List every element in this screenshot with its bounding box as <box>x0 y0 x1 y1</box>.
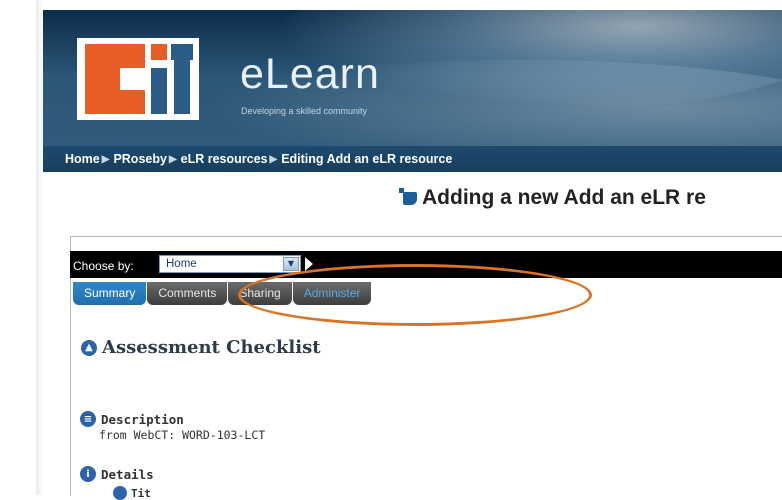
tab-summary[interactable]: Summary <box>73 282 147 305</box>
breadcrumb-user[interactable]: PRoseby <box>113 152 167 166</box>
tab-administer[interactable]: Administer <box>292 282 372 305</box>
details-label: Details <box>101 466 154 482</box>
description-heading: ≡ Description <box>80 411 184 427</box>
site-tagline: Developing a skilled community <box>241 106 368 116</box>
tab-sharing[interactable]: Sharing <box>228 282 292 305</box>
round-up-icon: ▲ <box>81 339 97 356</box>
info-icon: i <box>80 466 96 482</box>
resource-icon <box>399 188 417 205</box>
choose-bar: Choose by: Home ▼ <box>70 251 782 278</box>
details-heading: i Details <box>80 466 154 482</box>
choose-by-select[interactable]: Home ▼ <box>159 255 301 273</box>
info-icon <box>113 486 127 500</box>
breadcrumb-resources[interactable]: eLR resources <box>181 152 268 166</box>
chevron-down-icon[interactable]: ▼ <box>283 257 299 271</box>
page-title-text: Adding a new Add an eLR re <box>422 186 706 209</box>
logo-t-stem <box>174 60 190 114</box>
breadcrumb-separator-icon: ▶ <box>168 153 177 165</box>
choose-by-label: Choose by: <box>73 259 134 273</box>
list-icon: ≡ <box>80 411 96 427</box>
site-title[interactable]: eLearn <box>240 50 380 99</box>
site-banner: eLearn Developing a skilled community <box>43 10 782 146</box>
breadcrumb-home[interactable]: Home <box>65 152 100 166</box>
breadcrumb-separator-icon: ▶ <box>269 153 278 165</box>
resource-title: ▲ Assessment Checklist <box>81 337 321 358</box>
breadcrumb: Home ▶ PRoseby ▶ eLR resources ▶ Editing… <box>43 146 782 172</box>
description-label: Description <box>101 411 184 427</box>
tab-comments[interactable]: Comments <box>147 282 228 305</box>
tab-bar: Summary Comments Sharing Administer <box>73 282 372 305</box>
breadcrumb-separator-icon: ▶ <box>101 153 110 165</box>
logo-t-bar <box>171 44 193 60</box>
choose-by-value: Home <box>166 258 197 270</box>
cit-logo[interactable] <box>77 38 199 120</box>
resource-title-text: Assessment Checklist <box>102 337 321 358</box>
description-value: from WebCT: WORD-103-LCT <box>99 428 266 442</box>
page-title: Adding a new Add an eLR re <box>399 186 706 210</box>
breadcrumb-current: Editing Add an eLR resource <box>281 152 453 166</box>
logo-i-dot <box>151 44 167 60</box>
logo-i-stem <box>151 68 167 114</box>
details-field-label: Tit <box>131 487 151 500</box>
logo-c-shape <box>85 44 145 114</box>
go-arrow-icon[interactable] <box>305 257 313 271</box>
